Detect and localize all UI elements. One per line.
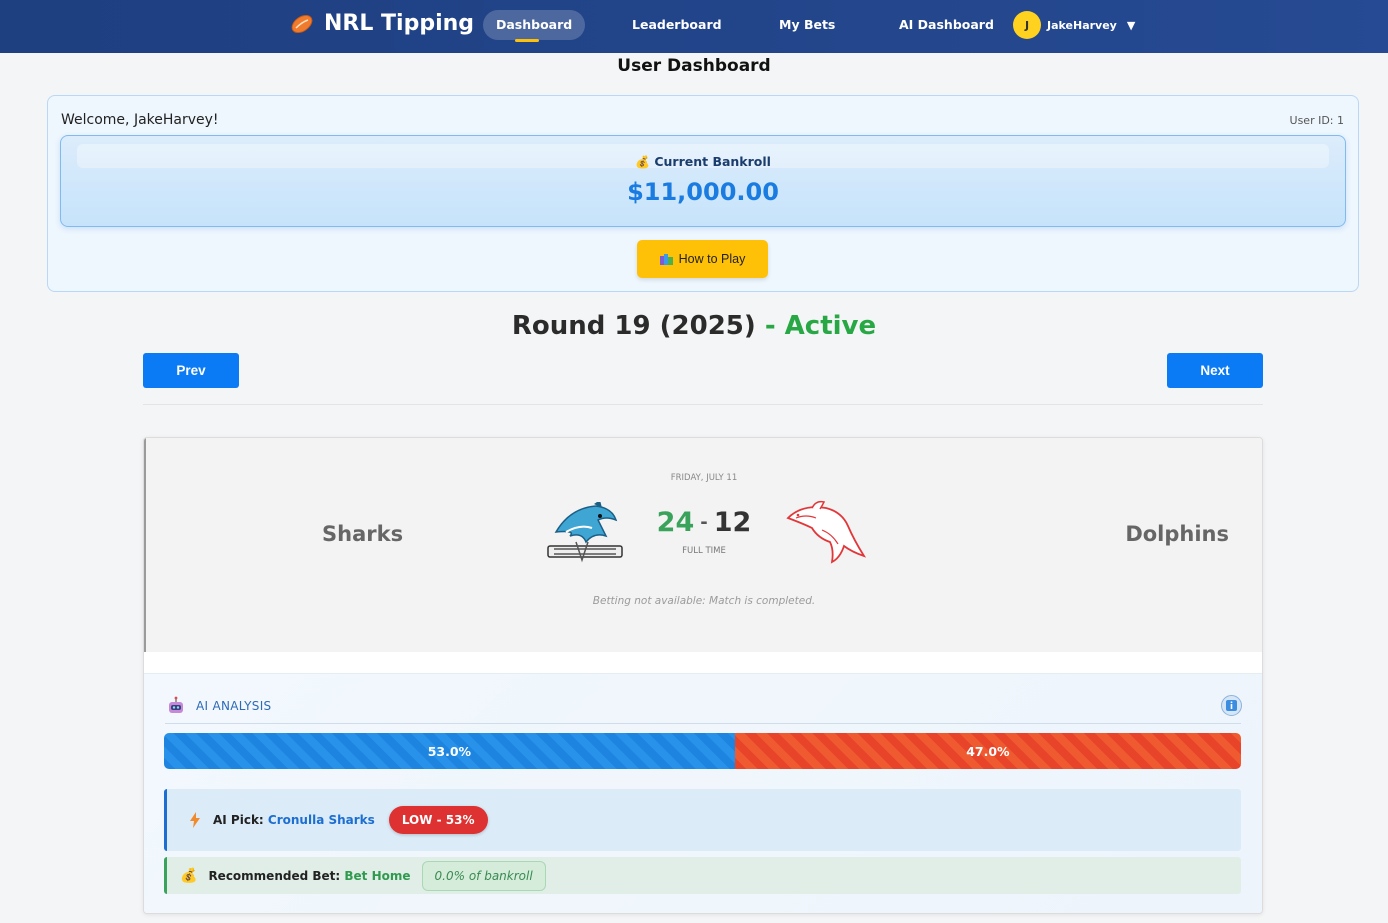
welcome-card: Welcome, JakeHarvey! User ID: 1 💰 Curren… — [47, 95, 1359, 292]
money-bag-icon: 💰 — [635, 155, 650, 169]
next-round-button[interactable]: Next — [1167, 353, 1263, 388]
nav-leaderboard[interactable]: Leaderboard — [632, 10, 722, 40]
win-probability-bar: 53.0% 47.0% — [164, 733, 1241, 769]
divider — [143, 404, 1263, 405]
money-bag-icon: 💰 — [180, 867, 198, 884]
info-icon[interactable] — [1221, 695, 1242, 716]
betting-note: Betting not available: Match is complete… — [592, 595, 816, 607]
chevron-down-icon: ▼ — [1126, 18, 1136, 32]
app-title: NRL Tipping — [324, 11, 475, 36]
away-probability: 47.0% — [734, 733, 1241, 769]
confidence-badge: LOW - 53% — [388, 806, 488, 834]
bankroll-label: 💰 Current Bankroll — [635, 154, 771, 169]
ai-analysis-panel: AI ANALYSIS 53.0% 47.0% AI Pick: Cronull… — [144, 673, 1262, 913]
how-to-play-button[interactable]: How to Play — [637, 240, 768, 278]
match-date: FRIDAY, JULY 11 — [670, 473, 738, 483]
page-title: User Dashboard — [617, 56, 771, 76]
nav-ai-dashboard[interactable]: AI Dashboard — [899, 10, 994, 40]
dolphins-logo — [786, 500, 867, 564]
home-probability: 53.0% — [164, 733, 735, 769]
user-menu[interactable]: J JakeHarvey ▼ — [1013, 11, 1135, 39]
bankroll-value: $11,000.00 — [627, 178, 779, 206]
score-separator: - — [700, 512, 708, 533]
avatar: J — [1013, 11, 1041, 39]
prev-round-button[interactable]: Prev — [143, 353, 239, 388]
welcome-message: Welcome, JakeHarvey! — [61, 112, 219, 128]
rugby-ball-icon — [291, 14, 313, 33]
ai-title: AI ANALYSIS — [196, 699, 272, 713]
bankroll-panel: 💰 Current Bankroll $11,000.00 — [60, 135, 1346, 227]
ai-header: AI ANALYSIS — [166, 696, 271, 716]
lightning-bolt-icon — [190, 812, 200, 828]
bankroll-percentage-badge: 0.0% of bankroll — [421, 860, 546, 891]
match-status: FULL TIME — [682, 546, 726, 556]
score: 24-12 — [146, 507, 1262, 538]
round-status: - Active — [755, 311, 877, 341]
away-score: 12 — [713, 507, 752, 538]
nav-dashboard[interactable]: Dashboard — [483, 10, 586, 42]
ai-pick-box: AI Pick: Cronulla Sharks LOW - 53% — [164, 789, 1241, 851]
match-summary: FRIDAY, JULY 11 Sharks Dolphins 24-12 FU… — [144, 438, 1262, 652]
round-title: Round 19 (2025) - Active — [511, 311, 877, 341]
top-navbar: NRL Tipping Dashboard Leaderboard My Bet… — [0, 0, 1388, 53]
recommended-bet-box: 💰 Recommended Bet: Bet Home 0.0% of bank… — [164, 857, 1241, 894]
user-id: User ID: 1 — [1289, 114, 1344, 127]
user-name: JakeHarvey — [1047, 18, 1117, 32]
robot-icon — [169, 696, 183, 713]
recommended-bet: Recommended Bet: Bet Home — [208, 868, 411, 883]
brand[interactable]: NRL Tipping — [290, 11, 474, 36]
match-card: FRIDAY, JULY 11 Sharks Dolphins 24-12 FU… — [143, 437, 1263, 914]
recommended-bet-value: Bet Home — [344, 868, 411, 883]
ai-pick: AI Pick: Cronulla Sharks — [213, 813, 375, 827]
books-icon — [659, 254, 673, 265]
nav-my-bets[interactable]: My Bets — [779, 10, 835, 40]
home-score: 24 — [656, 507, 695, 538]
ai-pick-team: Cronulla Sharks — [267, 813, 375, 827]
